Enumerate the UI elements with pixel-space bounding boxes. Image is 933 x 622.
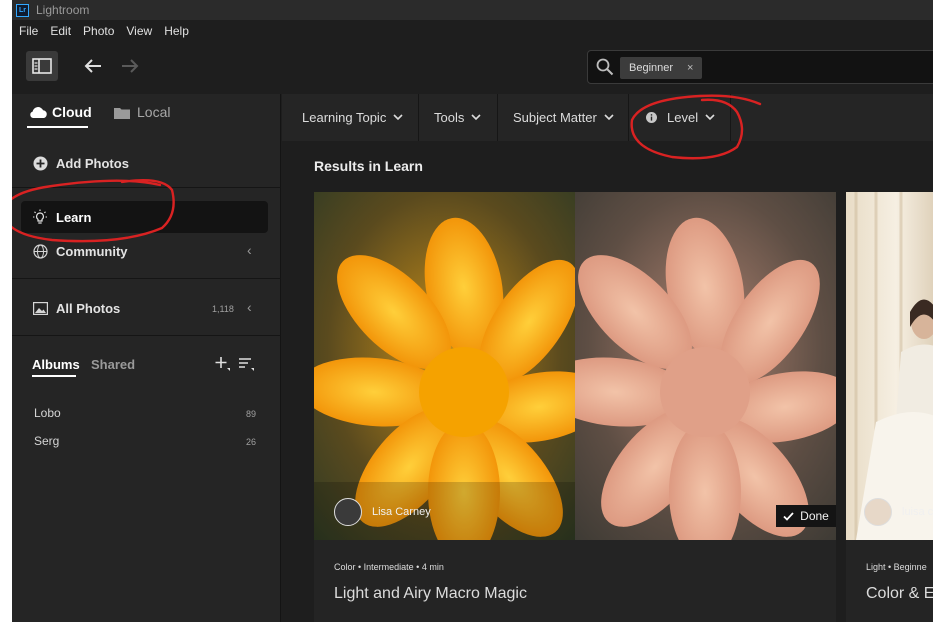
annotation-circle-learn <box>12 179 175 243</box>
annotation-circle-level <box>630 94 762 160</box>
annotation-overlay <box>12 94 762 243</box>
lightroom-window: Lr Lightroom File Edit Photo View Help B… <box>12 0 933 622</box>
